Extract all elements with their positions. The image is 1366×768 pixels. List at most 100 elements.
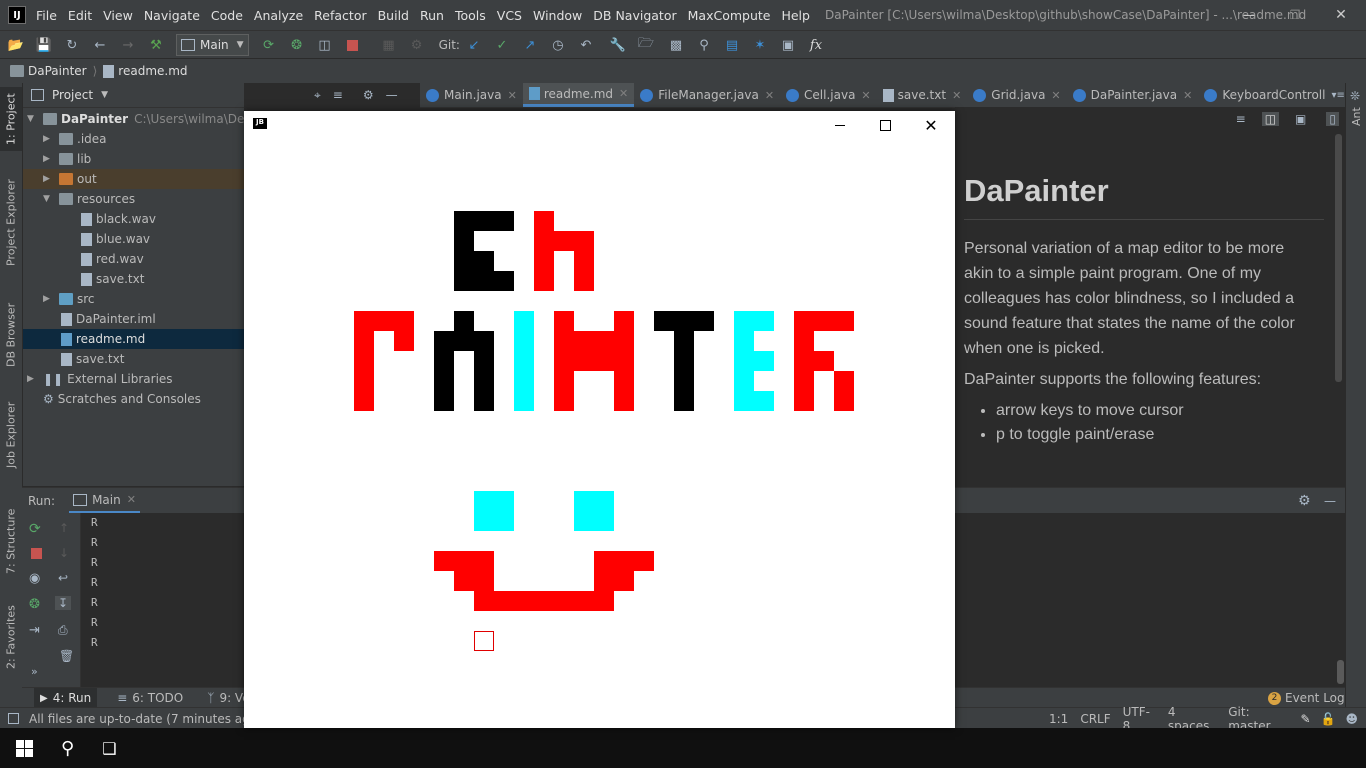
close-icon[interactable]: ✕ bbox=[619, 87, 628, 100]
rerun-icon[interactable]: ⟳ bbox=[261, 37, 277, 53]
edit-icon[interactable]: ✎ bbox=[1300, 712, 1310, 726]
tab-main-java[interactable]: Main.java ✕ bbox=[420, 83, 523, 107]
tree-node-resources[interactable]: ▼ resources bbox=[43, 189, 135, 209]
close-icon[interactable]: ✕ bbox=[765, 89, 774, 102]
close-icon[interactable]: ✕ bbox=[127, 493, 136, 506]
back-icon[interactable]: ← bbox=[92, 37, 108, 53]
preview-scrollbar[interactable] bbox=[1335, 134, 1342, 382]
close-icon[interactable]: ✕ bbox=[1183, 89, 1192, 102]
menu-help[interactable]: Help bbox=[781, 8, 810, 23]
tool-tab-db-browser[interactable]: DB Browser bbox=[0, 293, 22, 377]
menu-window[interactable]: Window bbox=[533, 8, 582, 23]
tree-node-lib[interactable]: ▶ lib bbox=[43, 149, 91, 169]
close-icon[interactable]: ✕ bbox=[952, 89, 961, 102]
trash-icon[interactable]: 🗑 bbox=[59, 649, 74, 663]
tree-node-out[interactable]: ▶ out bbox=[23, 169, 244, 189]
inspector-icon[interactable]: ☻ bbox=[1345, 712, 1358, 726]
git-push-icon[interactable]: ↗ bbox=[522, 37, 538, 53]
editor-only-icon[interactable]: ≡ bbox=[1236, 112, 1246, 126]
search-icon[interactable]: ⚲ bbox=[61, 738, 74, 759]
scroll-to-end-icon[interactable]: ↧ bbox=[55, 596, 72, 610]
tool-tab-favorites[interactable]: 2: Favorites bbox=[0, 597, 22, 677]
terminal-icon[interactable]: ▩ bbox=[668, 37, 684, 53]
tab-overflow-icon[interactable]: ▾≡ bbox=[1331, 90, 1344, 101]
tab-save-txt[interactable]: save.txt ✕ bbox=[877, 83, 968, 107]
menu-edit[interactable]: Edit bbox=[68, 8, 92, 23]
close-icon[interactable]: ✕ bbox=[1318, 7, 1364, 23]
package-icon[interactable]: ▣ bbox=[780, 37, 796, 53]
tab-grid-java[interactable]: Grid.java ✕ bbox=[967, 83, 1066, 107]
caret-position[interactable]: 1:1 bbox=[1049, 712, 1068, 726]
tree-node-blue-wav[interactable]: blue.wav bbox=[81, 229, 150, 249]
more-icon[interactable]: » bbox=[31, 665, 38, 678]
paint-cursor[interactable] bbox=[474, 631, 494, 651]
breadcrumb-project[interactable]: DaPainter bbox=[28, 64, 87, 78]
close-icon[interactable]: ✕ bbox=[861, 89, 870, 102]
tree-node-idea[interactable]: ▶ .idea bbox=[43, 129, 107, 149]
expand-arrow-icon[interactable]: ▼ bbox=[43, 194, 53, 204]
stop-icon[interactable] bbox=[31, 548, 42, 559]
menu-build[interactable]: Build bbox=[378, 8, 409, 23]
collapse-all-icon[interactable]: ≡ bbox=[333, 88, 343, 102]
forward-icon[interactable]: → bbox=[120, 37, 136, 53]
menu-run[interactable]: Run bbox=[420, 8, 444, 23]
tab-cell-java[interactable]: Cell.java ✕ bbox=[780, 83, 877, 107]
tree-node-black-wav[interactable]: black.wav bbox=[81, 209, 156, 229]
tab-readme-md[interactable]: readme.md ✕ bbox=[522, 83, 635, 107]
coverage-icon[interactable]: ◫ bbox=[317, 37, 333, 53]
expand-arrow-icon[interactable]: ▶ bbox=[43, 154, 53, 164]
menu-tools[interactable]: Tools bbox=[455, 8, 486, 23]
menu-navigate[interactable]: Navigate bbox=[144, 8, 200, 23]
save-icon[interactable]: 💾 bbox=[36, 37, 52, 53]
soft-wrap-icon[interactable]: ↩ bbox=[58, 571, 68, 585]
tool-tab-project[interactable]: 1: Project bbox=[0, 87, 22, 151]
tab-dapainter-java[interactable]: DaPainter.java ✕ bbox=[1067, 83, 1199, 107]
menu-maxcompute[interactable]: MaxCompute bbox=[688, 8, 771, 23]
close-icon[interactable]: ✕ bbox=[1051, 89, 1060, 102]
history-icon[interactable]: ◷ bbox=[550, 37, 566, 53]
split-view-icon[interactable]: ◫ bbox=[1261, 112, 1280, 126]
task-view-icon[interactable]: ❑ bbox=[102, 739, 116, 758]
tool-tab-structure[interactable]: 7: Structure bbox=[0, 501, 22, 581]
stop-icon[interactable] bbox=[345, 37, 361, 53]
restore-icon[interactable]: ❐ bbox=[1272, 8, 1318, 22]
expand-arrow-icon[interactable]: ▶ bbox=[43, 134, 53, 144]
debug-restart-icon[interactable]: ❂ bbox=[29, 597, 40, 612]
tool-tab-run[interactable]: ▶ 4: Run bbox=[34, 688, 98, 708]
windows-start-icon[interactable] bbox=[16, 739, 33, 757]
gear-icon[interactable]: ⚙ bbox=[363, 88, 374, 102]
minimize-icon[interactable]: — bbox=[1226, 8, 1272, 22]
expand-arrow-icon[interactable]: ▶ bbox=[43, 294, 53, 304]
lock-icon[interactable]: 🔓 bbox=[1321, 712, 1336, 726]
scroll-down-icon[interactable]: ↓ bbox=[59, 546, 69, 560]
line-separator[interactable]: CRLF bbox=[1080, 712, 1110, 726]
expand-arrow-icon[interactable]: ▶ bbox=[27, 374, 37, 384]
dapainter-window[interactable]: JB ✕ bbox=[244, 111, 955, 728]
debug-bug-icon[interactable]: ❂ bbox=[289, 37, 305, 53]
preview-only-icon[interactable]: ▣ bbox=[1295, 112, 1306, 126]
toggle-tool-windows-icon[interactable] bbox=[8, 713, 19, 724]
exit-icon[interactable]: ⇥ bbox=[29, 623, 40, 638]
breadcrumb-file[interactable]: readme.md bbox=[118, 64, 187, 78]
hide-icon[interactable]: — bbox=[386, 88, 398, 102]
tab-filemanager-java[interactable]: FileManager.java ✕ bbox=[634, 83, 780, 107]
tree-node-root[interactable]: ▼ DaPainter C:\Users\wilma\Desktop bbox=[27, 109, 277, 129]
attach-icon[interactable]: ▦ bbox=[381, 37, 397, 53]
tab-keyboardcontroll[interactable]: KeyboardControll bbox=[1198, 83, 1331, 107]
console-scrollbar[interactable] bbox=[1337, 660, 1344, 684]
menu-vcs[interactable]: VCS bbox=[497, 8, 522, 23]
project-panel-title[interactable]: Project bbox=[52, 88, 93, 102]
run-tab-main[interactable]: Main ✕ bbox=[69, 488, 140, 514]
tool-tab-project-explorer[interactable]: Project Explorer bbox=[0, 173, 22, 273]
tree-node-readme[interactable]: readme.md bbox=[23, 329, 244, 349]
sync-icon[interactable]: ↻ bbox=[64, 37, 80, 53]
menu-view[interactable]: View bbox=[103, 8, 133, 23]
db-icon[interactable]: ✶ bbox=[752, 37, 768, 53]
git-update-icon[interactable]: ↙ bbox=[466, 37, 482, 53]
expand-arrow-icon[interactable]: ▼ bbox=[27, 114, 37, 124]
menu-analyze[interactable]: Analyze bbox=[254, 8, 303, 23]
menu-db-navigator[interactable]: DB Navigator bbox=[593, 8, 676, 23]
menu-code[interactable]: Code bbox=[211, 8, 243, 23]
menu-file[interactable]: File bbox=[36, 8, 57, 23]
git-commit-icon[interactable]: ✓ bbox=[494, 37, 510, 53]
